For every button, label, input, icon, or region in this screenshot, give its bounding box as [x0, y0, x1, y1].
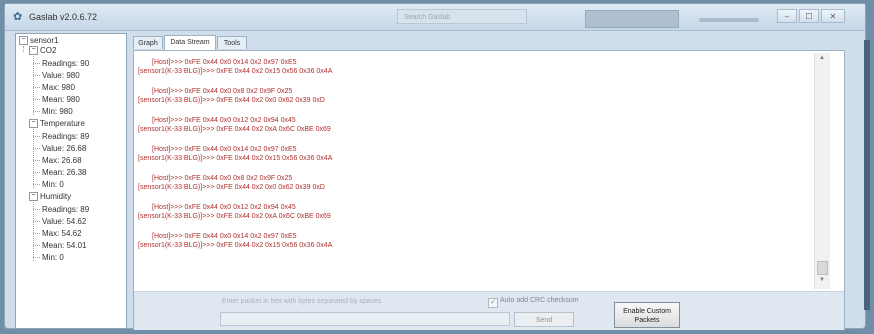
collapse-icon[interactable]: −	[19, 36, 28, 46]
tree-item-temp-max[interactable]: Max: 26.68	[42, 156, 82, 165]
window-title: Gaslab v2.0.6.72	[29, 12, 98, 22]
stream-sensor-line: [sensor1(K-33 BLG)]>>> 0xFE 0x44 0x2 0xA…	[138, 126, 331, 133]
tree-item-co2-mean[interactable]: Mean: 980	[42, 95, 80, 104]
stream-sensor-line: [sensor1(K-33 BLG)]>>> 0xFE 0x44 0x2 0x1…	[138, 242, 333, 249]
stream-sensor-line: [sensor1(K-33 BLG)]>>> 0xFE 0x44 0x2 0x1…	[138, 68, 333, 75]
stream-host-line: [Host]>>> 0xFE 0x44 0x0 0x8 0x2 0x9F 0x2…	[152, 175, 293, 182]
tree-item-co2-readings[interactable]: Readings: 90	[42, 59, 89, 68]
stream-sensor-line: [sensor1(K-33 BLG)]>>> 0xFE 0x44 0x2 0xA…	[138, 213, 331, 220]
tree-item-co2-value[interactable]: Value: 980	[42, 71, 80, 80]
enable-custom-packets-button[interactable]: Enable Custom Packets	[614, 302, 680, 328]
maximize-button[interactable]: ☐	[799, 9, 819, 23]
tree-item-humidity-value[interactable]: Value: 54.62	[42, 217, 86, 226]
packet-bar: Enter packet in hex with bytes separated…	[134, 291, 844, 330]
tree-item-humidity-mean[interactable]: Mean: 54.01	[42, 241, 86, 250]
close-button[interactable]: ✕	[821, 9, 845, 23]
tab-data-stream[interactable]: Data Stream	[164, 35, 216, 50]
tree-group-temperature[interactable]: − Temperature	[29, 119, 85, 129]
desktop-edge	[864, 40, 870, 310]
packet-input-hint: Enter packet in hex with bytes separated…	[222, 298, 382, 305]
enable-custom-label-line2: Packets	[634, 317, 660, 324]
tree-item-humidity-max[interactable]: Max: 54.62	[42, 229, 82, 238]
tree-item-co2-max[interactable]: Max: 980	[42, 83, 75, 92]
tree-group-humidity[interactable]: − Humidity	[29, 192, 71, 202]
collapse-icon[interactable]: −	[29, 119, 38, 129]
sensor-tree[interactable]: − sensor1 − CO2 Readings: 90 Value: 980 Ma…	[15, 33, 127, 329]
stream-log[interactable]: [Host]>>> 0xFE 0x44 0x0 0x14 0x2 0x97 0x…	[138, 58, 810, 290]
tree-item-temp-min[interactable]: Min: 0	[42, 180, 64, 189]
tree-item-temp-readings[interactable]: Readings: 89	[42, 132, 89, 141]
stream-host-line: [Host]>>> 0xFE 0x44 0x0 0x14 0x2 0x97 0x…	[152, 146, 297, 153]
collapse-icon[interactable]: −	[29, 192, 38, 202]
data-stream-panel: [Host]>>> 0xFE 0x44 0x0 0x14 0x2 0x97 0x…	[133, 50, 845, 330]
title-bar-slider	[699, 18, 759, 22]
enable-custom-label-line1: Enable Custom	[623, 308, 671, 315]
title-bar-widget	[585, 10, 679, 28]
minimize-button[interactable]: –	[777, 9, 797, 23]
tree-root-node[interactable]: − sensor1	[19, 36, 58, 46]
stream-host-line: [Host]>>> 0xFE 0x44 0x0 0x8 0x2 0x9F 0x2…	[152, 88, 293, 95]
stream-host-line: [Host]>>> 0xFE 0x44 0x0 0x12 0x2 0x94 0x…	[152, 117, 296, 124]
send-button[interactable]: Send	[514, 312, 574, 327]
vertical-scrollbar[interactable]: ▲ ▼	[814, 53, 830, 289]
collapse-icon[interactable]: −	[29, 46, 38, 56]
title-search-field[interactable]: Search Gaslab	[397, 9, 527, 24]
stream-host-line: [Host]>>> 0xFE 0x44 0x0 0x12 0x2 0x94 0x…	[152, 204, 296, 211]
tab-tools[interactable]: Tools	[217, 36, 247, 49]
scrollbar-thumb[interactable]	[817, 261, 828, 275]
tree-item-humidity-min[interactable]: Min: 0	[42, 253, 64, 262]
stream-host-line: [Host]>>> 0xFE 0x44 0x0 0x14 0x2 0x97 0x…	[152, 233, 297, 240]
tree-item-temp-value[interactable]: Value: 26.68	[42, 144, 86, 153]
tree-group-co2[interactable]: − CO2	[29, 46, 56, 56]
scroll-up-icon[interactable]: ▲	[819, 55, 825, 61]
stream-sensor-line: [sensor1(K-33 BLG)]>>> 0xFE 0x44 0x2 0x1…	[138, 155, 333, 162]
crc-checkbox[interactable]: ✓	[488, 298, 498, 308]
tree-item-co2-min[interactable]: Min: 980	[42, 107, 73, 116]
stream-host-line: [Host]>>> 0xFE 0x44 0x0 0x14 0x2 0x97 0x…	[152, 59, 297, 66]
tree-item-humidity-readings[interactable]: Readings: 89	[42, 205, 89, 214]
stream-sensor-line: [sensor1(K-33 BLG)]>>> 0xFE 0x44 0x2 0x0…	[138, 184, 325, 191]
crc-checkbox-label: Auto add CRC checksum	[500, 297, 579, 304]
packet-input[interactable]	[220, 312, 510, 326]
title-bar[interactable]: ✿ Gaslab v2.0.6.72 Search Gaslab – ☐ ✕	[5, 4, 865, 31]
stream-sensor-line: [sensor1(K-33 BLG)]>>> 0xFE 0x44 0x2 0x0…	[138, 97, 325, 104]
tab-graph[interactable]: Graph	[133, 36, 163, 49]
scroll-down-icon[interactable]: ▼	[819, 277, 825, 283]
tree-item-temp-mean[interactable]: Mean: 26.38	[42, 168, 86, 177]
app-window: ✿ Gaslab v2.0.6.72 Search Gaslab – ☐ ✕ −…	[4, 3, 866, 330]
gaslab-app-icon: ✿	[13, 11, 23, 23]
